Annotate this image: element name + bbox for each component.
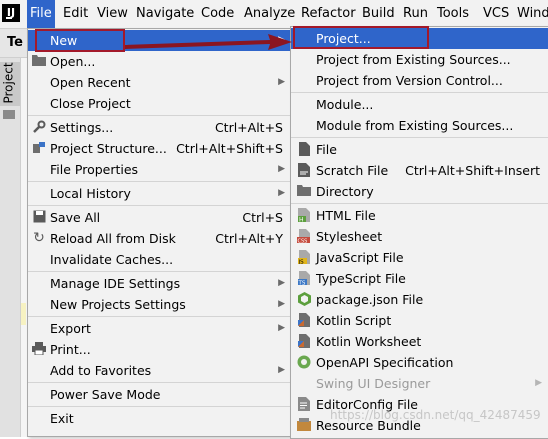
watermark-text: https://blog.csdn.net/qq_42487459 (330, 408, 541, 422)
annotation-arrow-icon (125, 34, 292, 50)
